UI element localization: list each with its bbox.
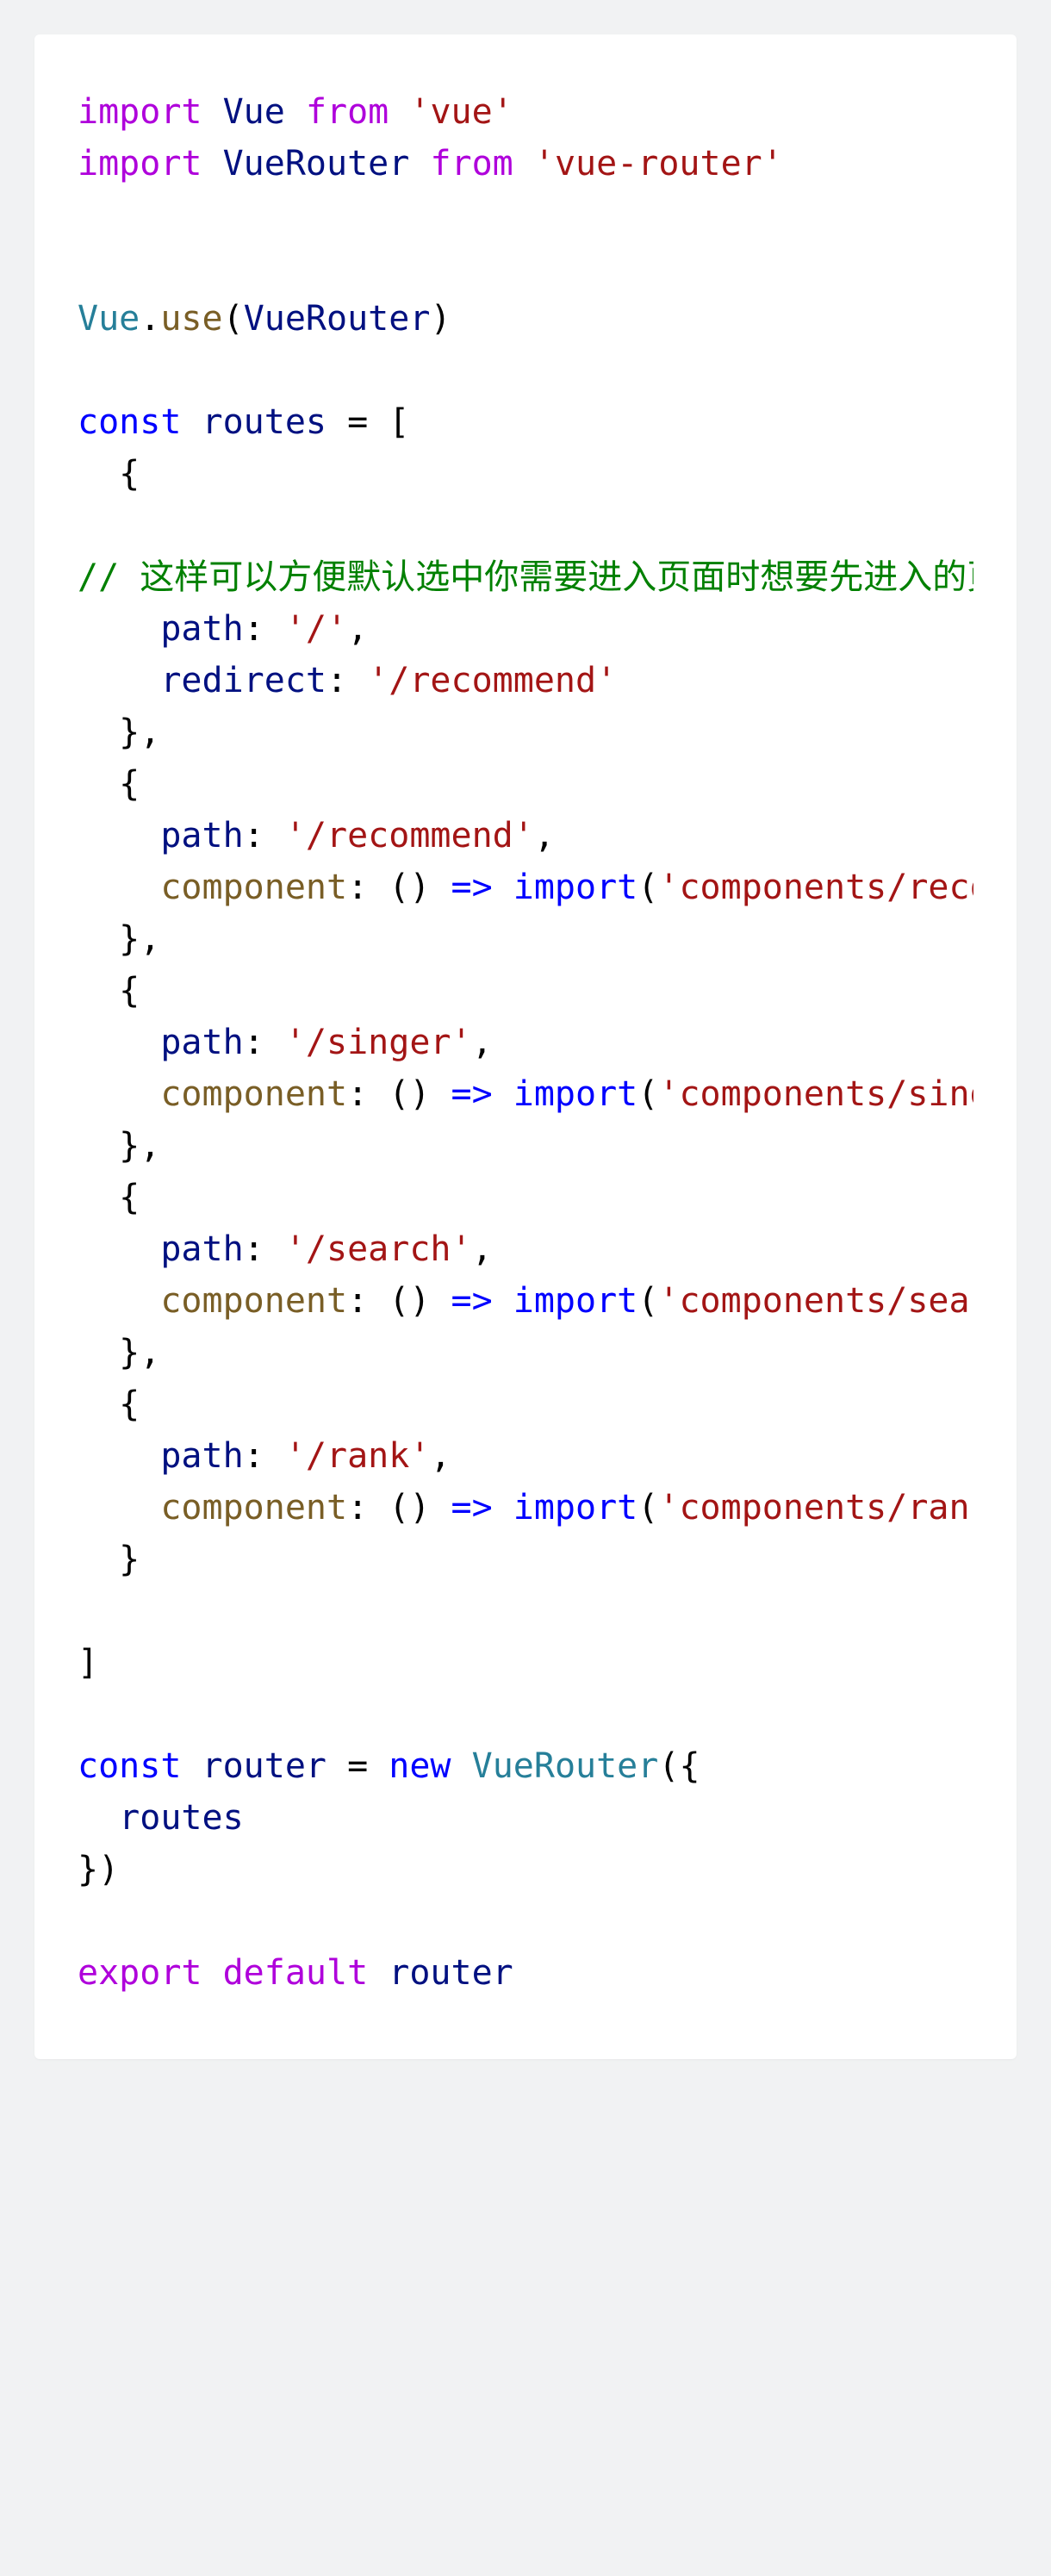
token-var: VueRouter	[223, 144, 410, 184]
token-kw-blue: =>	[451, 1281, 493, 1321]
token-str: 'vue'	[409, 92, 513, 132]
token-kw-import: export	[78, 1953, 202, 1993]
token-var: path	[160, 609, 243, 649]
token-var: router	[202, 1746, 327, 1786]
token-class: Vue	[78, 299, 140, 339]
token-kw-blue: const	[78, 1746, 181, 1786]
token-cmt: // 这样可以方便默认选中你需要进入页面时想要先进入的页面	[78, 557, 973, 597]
token-kw-blue: =>	[451, 1488, 493, 1528]
token-fn: use	[160, 299, 222, 339]
token-str: 'vue-router'	[534, 144, 783, 184]
token-class: VueRouter	[472, 1746, 659, 1786]
token-kw-import: import	[78, 144, 202, 184]
token-str: '/'	[285, 609, 347, 649]
token-fn: component	[160, 1281, 347, 1321]
token-kw-import: from	[306, 92, 389, 132]
token-str: '/search'	[285, 1229, 472, 1269]
token-var: path	[160, 816, 243, 856]
token-kw-blue: import	[513, 1281, 638, 1321]
token-fn: component	[160, 1488, 347, 1528]
token-str: '/recommend'	[285, 816, 534, 856]
token-kw-blue: new	[389, 1746, 451, 1786]
token-var: Vue	[223, 92, 285, 132]
token-kw-blue: import	[513, 868, 638, 907]
page: import Vue from 'vue' import VueRouter f…	[0, 0, 1051, 2094]
token-var: path	[160, 1436, 243, 1476]
code-block: import Vue from 'vue' import VueRouter f…	[34, 34, 1017, 2059]
token-str: 'components/rank/rank'	[658, 1488, 973, 1528]
token-kw-blue: import	[513, 1074, 638, 1114]
token-kw-blue: import	[513, 1488, 638, 1528]
token-kw-import: import	[78, 92, 202, 132]
token-str: 'components/search/search'	[658, 1281, 973, 1321]
token-kw-blue: =>	[451, 1074, 493, 1114]
token-kw-blue: =>	[451, 868, 493, 907]
token-var: router	[389, 1953, 513, 1993]
token-fn: component	[160, 868, 347, 907]
token-str: '/rank'	[285, 1436, 431, 1476]
token-str: '/recommend'	[368, 661, 617, 700]
token-var: VueRouter	[244, 299, 431, 339]
token-var: path	[160, 1229, 243, 1269]
token-str: 'components/recommend/recommend'	[658, 868, 973, 907]
token-kw-import: from	[430, 144, 513, 184]
token-kw-import: default	[223, 1953, 369, 1993]
token-fn: component	[160, 1074, 347, 1114]
token-var: redirect	[160, 661, 326, 700]
token-var: path	[160, 1023, 243, 1062]
token-kw-blue: const	[78, 402, 181, 442]
token-var: routes	[202, 402, 327, 442]
code-pre: import Vue from 'vue' import VueRouter f…	[78, 86, 973, 1999]
token-str: 'components/singer/singer'	[658, 1074, 973, 1114]
token-str: '/singer'	[285, 1023, 472, 1062]
code-content: import Vue from 'vue' import VueRouter f…	[78, 92, 973, 1993]
token-var: routes	[119, 1798, 244, 1838]
